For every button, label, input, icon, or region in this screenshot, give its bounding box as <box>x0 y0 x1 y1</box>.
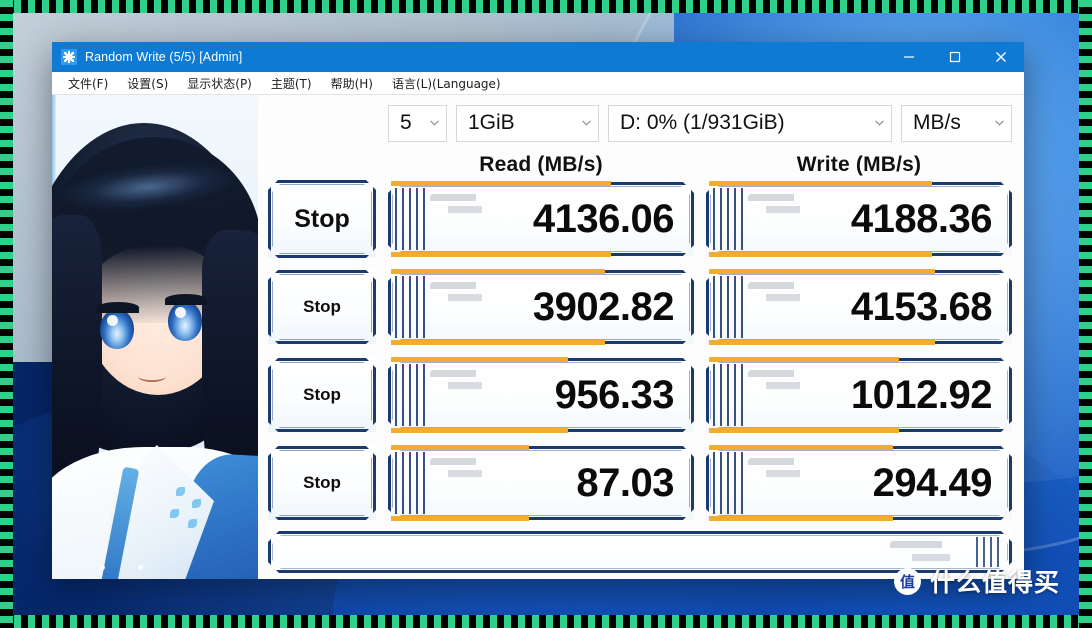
smzdm-badge-icon: 值 <box>893 567 921 595</box>
stop-seq1-label: Stop <box>303 297 341 316</box>
column-headers: Read (MB/s) Write (MB/s) <box>268 143 1012 177</box>
stop-all-label: Stop <box>294 204 350 233</box>
write-progress-top-4 <box>709 445 893 450</box>
kimono-petal <box>192 499 201 508</box>
read-progress-top-2 <box>391 269 606 274</box>
capture-border-top <box>0 0 1092 13</box>
write-result-2: 4153.68 <box>706 269 1012 345</box>
test-size-select[interactable]: 1GiB <box>456 104 599 142</box>
read-progress-bottom-4 <box>391 516 529 521</box>
benchmark-row: Stop 4136.06 4188.36 <box>268 179 1012 259</box>
test-count-value: 5 <box>400 111 412 134</box>
write-value-4: 294.49 <box>872 461 993 505</box>
drive-value: D: 0% (1/931GiB) <box>620 111 785 134</box>
write-result-3: 1012.92 <box>706 357 1012 433</box>
character-mouth <box>138 371 166 382</box>
write-value-1: 4188.36 <box>850 197 993 241</box>
menu-display-state[interactable]: 显示状态(P) <box>179 73 260 94</box>
menu-theme[interactable]: 主题(T) <box>263 73 320 94</box>
read-progress-bottom-1 <box>391 252 612 257</box>
chevron-down-icon <box>426 120 442 126</box>
stop-seq1-button[interactable]: Stop <box>268 270 376 344</box>
stop-seq2-label: Stop <box>303 385 341 404</box>
write-value-3: 1012.92 <box>850 373 993 417</box>
read-value-4: 87.03 <box>576 461 674 505</box>
write-value-2: 4153.68 <box>850 285 993 329</box>
menu-settings[interactable]: 设置(S) <box>119 73 176 94</box>
write-progress-top-2 <box>709 269 936 274</box>
write-result-4: 294.49 <box>706 445 1012 521</box>
benchmark-row: Stop 3902.82 4153.68 <box>268 267 1012 347</box>
write-progress-top-3 <box>709 357 899 362</box>
kimono-dot <box>138 565 143 570</box>
read-column-header: Read (MB/s) <box>479 153 603 176</box>
theme-character-art <box>52 95 258 579</box>
close-icon[interactable] <box>978 42 1024 72</box>
kimono-petal <box>176 487 185 496</box>
crystaldiskmark-window: Random Write (5/5) [Admin] 文件(F) 设置(S) 显… <box>52 42 1024 579</box>
kimono-petal <box>170 509 179 518</box>
stop-all-button[interactable]: Stop <box>268 180 376 258</box>
maximize-icon[interactable] <box>932 42 978 72</box>
unit-select[interactable]: MB/s <box>901 104 1012 142</box>
menu-language[interactable]: 语言(L)(Language) <box>384 73 509 94</box>
read-result-4: 87.03 <box>388 445 694 521</box>
write-progress-bottom-3 <box>709 428 899 433</box>
read-progress-top-4 <box>391 445 529 450</box>
minimize-icon[interactable] <box>886 42 932 72</box>
read-progress-bottom-3 <box>391 428 569 433</box>
kimono-petal <box>188 519 197 528</box>
character-eye-right <box>165 294 207 341</box>
write-progress-top-1 <box>709 181 933 186</box>
menu-file[interactable]: 文件(F) <box>60 73 116 94</box>
capture-border-right <box>1079 0 1092 628</box>
capture-border-left <box>0 0 13 628</box>
read-result-1: 4136.06 <box>388 181 694 257</box>
smzdm-watermark-text: 什么值得买 <box>929 568 1060 597</box>
window-controls <box>886 42 1024 72</box>
read-progress-bottom-2 <box>391 340 606 345</box>
read-progress-top-1 <box>391 181 612 186</box>
stop-rnd1-button[interactable]: Stop <box>268 446 376 520</box>
chevron-down-icon <box>871 120 887 126</box>
kimono-dot <box>100 565 105 570</box>
crystaldiskmark-icon <box>61 49 77 65</box>
write-progress-bottom-4 <box>709 516 893 521</box>
benchmark-row: Stop 87.03 294.49 <box>268 443 1012 523</box>
character-eye-left <box>97 302 139 349</box>
stop-rnd1-label: Stop <box>303 473 341 492</box>
capture-border-bottom <box>0 615 1092 628</box>
benchmark-rows: Stop 4136.06 4188.36 Stop 3902.82 4153.6… <box>268 177 1012 523</box>
main-content: 5 1GiB D: 0% (1/931GiB) MB/s Read (MB/s)… <box>258 95 1024 579</box>
read-result-3: 956.33 <box>388 357 694 433</box>
desktop-wallpaper: Random Write (5/5) [Admin] 文件(F) 设置(S) 显… <box>13 13 1079 615</box>
title-bar[interactable]: Random Write (5/5) [Admin] <box>52 42 1024 72</box>
window-body: 5 1GiB D: 0% (1/931GiB) MB/s Read (MB/s)… <box>52 95 1024 579</box>
write-progress-bottom-1 <box>709 252 933 257</box>
read-progress-top-3 <box>391 357 569 362</box>
smzdm-watermark: 值 什么值得买 <box>893 563 1060 599</box>
read-result-2: 3902.82 <box>388 269 694 345</box>
read-value-2: 3902.82 <box>532 285 675 329</box>
menu-bar: 文件(F) 设置(S) 显示状态(P) 主题(T) 帮助(H) 语言(L)(La… <box>52 72 1024 95</box>
window-title: Random Write (5/5) [Admin] <box>85 50 243 64</box>
test-size-value: 1GiB <box>468 111 515 134</box>
stop-seq2-button[interactable]: Stop <box>268 358 376 432</box>
benchmark-row: Stop 956.33 1012.92 <box>268 355 1012 435</box>
write-column-header: Write (MB/s) <box>796 153 922 176</box>
test-count-select[interactable]: 5 <box>388 104 447 142</box>
read-value-1: 4136.06 <box>532 197 675 241</box>
drive-select[interactable]: D: 0% (1/931GiB) <box>608 104 892 142</box>
write-progress-bottom-2 <box>709 340 936 345</box>
unit-value: MB/s <box>913 111 961 134</box>
chevron-down-icon <box>991 120 1007 126</box>
menu-help[interactable]: 帮助(H) <box>323 73 381 94</box>
chevron-down-icon <box>578 120 594 126</box>
read-value-3: 956.33 <box>554 373 675 417</box>
write-result-1: 4188.36 <box>706 181 1012 257</box>
comment-input[interactable] <box>278 536 968 568</box>
toolbar: 5 1GiB D: 0% (1/931GiB) MB/s <box>268 103 1012 143</box>
